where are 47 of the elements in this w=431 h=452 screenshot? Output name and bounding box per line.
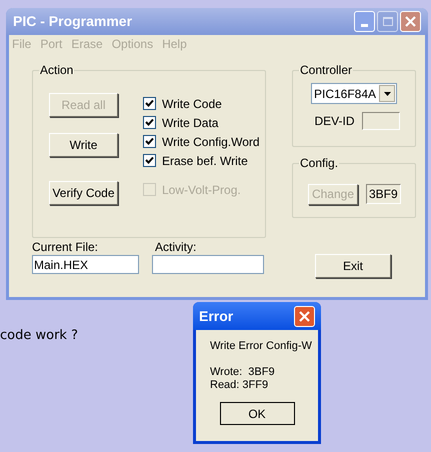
activity-field[interactable] (152, 255, 264, 274)
close-button[interactable] (400, 11, 421, 32)
close-icon (405, 16, 416, 27)
error-detail: Wrote: 3BF9 (210, 366, 276, 379)
checkbox[interactable] (143, 97, 156, 110)
checkbox-label: Write Config.Word (162, 134, 260, 150)
dev-id-label: DEV-ID (314, 113, 354, 130)
checkbox[interactable] (143, 135, 156, 148)
menu-item[interactable]: Erase (71, 34, 103, 52)
group-title: Action (39, 63, 74, 77)
error-detail: Read: 3FF9 (210, 379, 270, 392)
select-value: PIC16F84A (313, 86, 378, 102)
button[interactable]: Exit (315, 254, 391, 278)
dropdown-button[interactable] (379, 85, 395, 102)
checkbox-label: Write Data (162, 114, 218, 132)
caret-icon (384, 92, 390, 96)
file-field[interactable]: Main.HEX (32, 255, 139, 274)
menu-item[interactable]: Help (162, 34, 187, 52)
menu-item[interactable]: Port (40, 34, 62, 52)
close-button[interactable] (294, 306, 315, 326)
button[interactable]: Verify Code (49, 181, 118, 205)
checkbox-label: Low-Volt-Prog. (162, 182, 241, 198)
dev-id-field (362, 112, 400, 130)
page-text: code work ? (0, 327, 78, 345)
menu-item[interactable]: Options (112, 34, 154, 52)
checkbox-label: Write Code (162, 96, 222, 112)
check-icon (145, 99, 154, 108)
button[interactable]: Write (49, 133, 118, 157)
controller-select[interactable]: PIC16F84A (311, 83, 397, 104)
check-icon (145, 156, 154, 165)
field-label: Current File: (32, 240, 100, 254)
group-title: Controller (299, 63, 354, 77)
checkbox-label: Erase bef. Write (162, 152, 248, 170)
check-icon (145, 137, 154, 146)
field-label: Activity: (155, 240, 198, 254)
close-icon (299, 310, 310, 322)
error-message: Write Error Config-W (210, 340, 312, 353)
menu-item[interactable]: File (12, 34, 32, 52)
checkbox[interactable] (143, 116, 156, 129)
config-value: 3BF9 (366, 184, 401, 204)
ok-button[interactable]: OK (220, 402, 294, 425)
dialog-title: Error (199, 306, 234, 326)
checkbox[interactable] (143, 154, 156, 167)
group-title: Config. (299, 156, 340, 170)
window-title: PIC - Programmer (13, 12, 134, 31)
check-icon (145, 118, 154, 127)
minimize-button[interactable] (354, 11, 375, 32)
